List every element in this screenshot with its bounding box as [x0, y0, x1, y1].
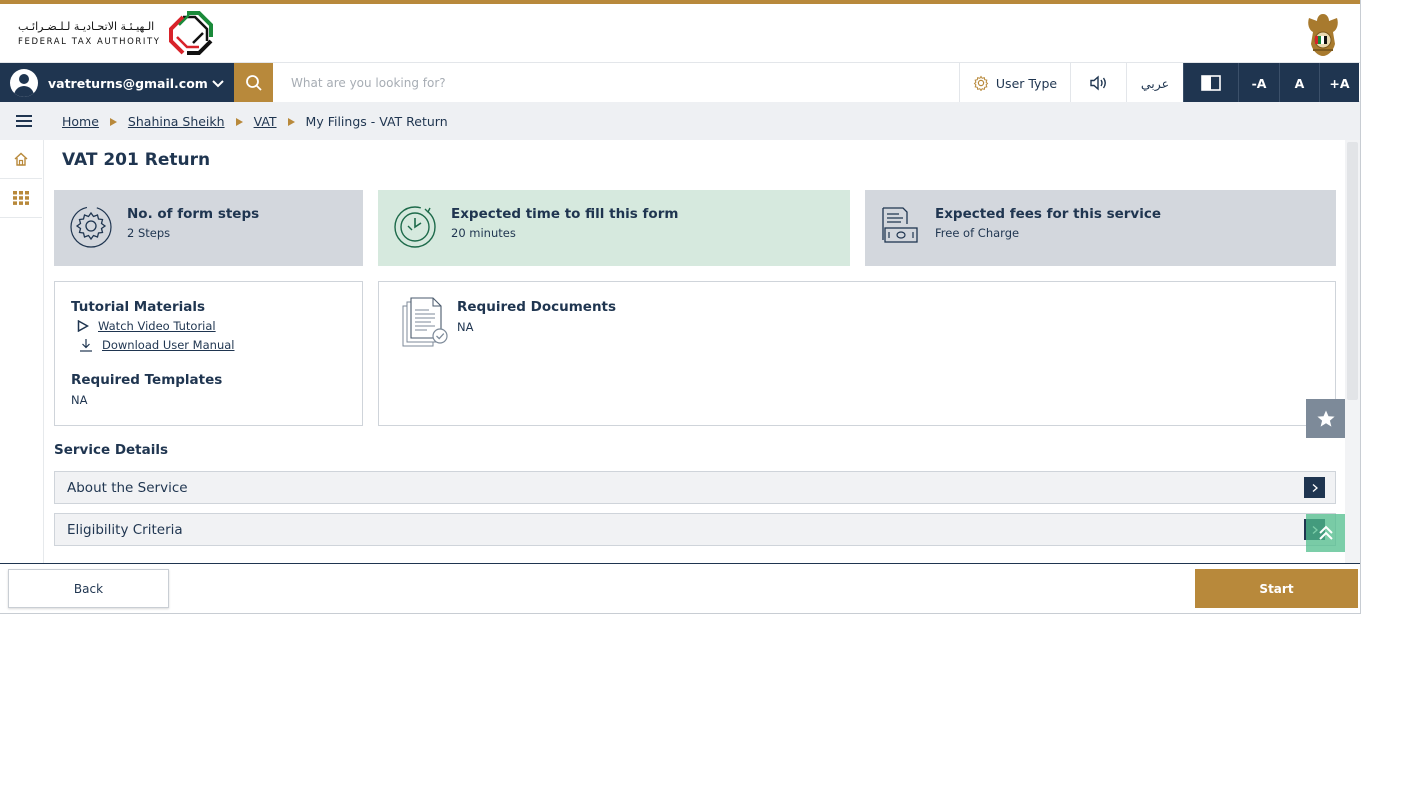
info-card-steps: No. of form steps 2 Steps — [54, 190, 363, 266]
accordion-label: About the Service — [67, 479, 188, 496]
font-reset-label: A — [1294, 75, 1305, 91]
breadcrumb-home[interactable]: Home — [62, 114, 99, 129]
watch-video-label: Watch Video Tutorial — [98, 319, 216, 333]
breadcrumb-separator-icon — [109, 117, 117, 126]
info-card-title: Expected time to fill this form — [451, 206, 679, 222]
info-card-title: Expected fees for this service — [935, 206, 1162, 222]
breadcrumb-vat[interactable]: VAT — [254, 114, 277, 129]
language-label: عربي — [1140, 75, 1170, 91]
font-increase-label: +A — [1329, 75, 1350, 91]
user-type-button[interactable]: User Type — [959, 63, 1070, 103]
left-rail — [0, 140, 44, 563]
uae-emblem-icon — [1308, 14, 1338, 56]
app-window: الـهيـئـة الاتحـاديـة لـلـضـرائـب FEDERA… — [0, 0, 1361, 614]
logo-english-text: FEDERAL TAX AUTHORITY — [18, 36, 161, 47]
breadcrumb-current: My Filings - VAT Return — [305, 114, 448, 129]
user-type-label: User Type — [995, 75, 1058, 91]
accordion-label: Eligibility Criteria — [67, 521, 183, 538]
breadcrumb-bar: Home Shahina Sheikh VAT My Filings - VAT… — [0, 102, 1360, 140]
scroll-to-top-button[interactable] — [1306, 514, 1345, 552]
double-chevron-up-icon — [1318, 525, 1333, 540]
user-account-menu[interactable]: vatreturns@gmail.com — [0, 63, 234, 103]
documents-icon — [402, 297, 448, 347]
chevron-right-icon — [1312, 483, 1318, 492]
user-email: vatreturns@gmail.com — [48, 75, 208, 91]
font-decrease-button[interactable]: -A — [1238, 63, 1279, 103]
play-icon — [77, 320, 89, 332]
info-card-value: 20 minutes — [451, 226, 516, 240]
required-documents-value: NA — [457, 320, 474, 334]
favorite-button[interactable] — [1306, 399, 1345, 438]
required-templates-value: NA — [71, 393, 88, 407]
vertical-scrollbar[interactable] — [1345, 140, 1360, 563]
contrast-icon — [1201, 75, 1221, 91]
fta-logo-icon — [168, 11, 213, 55]
info-card-time: Expected time to fill this form 20 minut… — [378, 190, 850, 266]
required-documents-title: Required Documents — [457, 299, 617, 315]
info-card-fees: Expected fees for this service Free of C… — [865, 190, 1336, 266]
scrollbar-thumb[interactable] — [1347, 142, 1358, 400]
gear-icon — [973, 75, 989, 91]
font-reset-button[interactable]: A — [1279, 63, 1319, 103]
language-toggle[interactable]: عربي — [1126, 63, 1183, 103]
star-icon — [1316, 410, 1335, 427]
hamburger-icon — [16, 115, 32, 127]
start-button[interactable]: Start — [1195, 569, 1358, 608]
breadcrumb-user[interactable]: Shahina Sheikh — [128, 114, 225, 129]
breadcrumb-separator-icon — [287, 117, 295, 126]
text-to-speech-button[interactable] — [1070, 63, 1126, 103]
font-increase-button[interactable]: +A — [1319, 63, 1359, 103]
tutorial-materials-title: Tutorial Materials — [71, 299, 205, 315]
nav-bar: vatreturns@gmail.com User Type — [0, 62, 1360, 103]
search-button[interactable] — [234, 63, 273, 103]
required-templates-title: Required Templates — [71, 372, 223, 388]
info-card-title: No. of form steps — [127, 206, 260, 222]
breadcrumb: Home Shahina Sheikh VAT My Filings - VAT… — [62, 114, 448, 129]
required-documents-panel: Required Documents NA — [378, 281, 1336, 426]
info-card-value: 2 Steps — [127, 226, 171, 240]
speaker-icon — [1089, 75, 1106, 91]
search-input[interactable] — [273, 63, 959, 103]
chevron-down-icon[interactable] — [210, 75, 226, 91]
clock-icon — [394, 206, 436, 248]
apps-grid-icon — [13, 191, 29, 205]
home-icon — [14, 152, 28, 166]
logo-arabic-text: الـهيـئـة الاتحـاديـة لـلـضـرائـب — [18, 19, 155, 33]
top-header: الـهيـئـة الاتحـاديـة لـلـضـرائـب FEDERA… — [0, 0, 1360, 62]
back-button[interactable]: Back — [8, 569, 169, 608]
rail-home[interactable] — [0, 140, 42, 179]
search-icon — [245, 75, 262, 91]
accordion-eligibility[interactable]: Eligibility Criteria — [54, 513, 1336, 546]
gear-steps-icon — [70, 206, 112, 248]
info-card-value: Free of Charge — [935, 226, 1020, 240]
service-details-heading: Service Details — [54, 442, 169, 458]
download-manual-label: Download User Manual — [102, 338, 235, 352]
breadcrumb-separator-icon — [235, 117, 243, 126]
invoice-cash-icon — [882, 207, 918, 243]
download-manual-link[interactable]: Download User Manual — [79, 338, 234, 352]
user-avatar-icon — [10, 69, 38, 97]
contrast-toggle[interactable] — [1183, 63, 1238, 103]
rail-apps[interactable] — [0, 179, 42, 218]
fta-logo[interactable]: الـهيـئـة الاتحـاديـة لـلـضـرائـب FEDERA… — [18, 8, 215, 58]
accordion-expand-button[interactable] — [1304, 477, 1325, 498]
font-decrease-label: -A — [1251, 75, 1267, 91]
tutorial-materials-panel: Tutorial Materials Watch Video Tutorial … — [54, 281, 363, 426]
footer-action-bar: Back Start — [0, 563, 1360, 613]
watch-video-link[interactable]: Watch Video Tutorial — [77, 319, 216, 333]
accordion-about-service[interactable]: About the Service — [54, 471, 1336, 504]
page-title: VAT 201 Return — [62, 150, 211, 170]
download-icon — [80, 339, 92, 352]
menu-toggle-button[interactable] — [0, 102, 48, 140]
